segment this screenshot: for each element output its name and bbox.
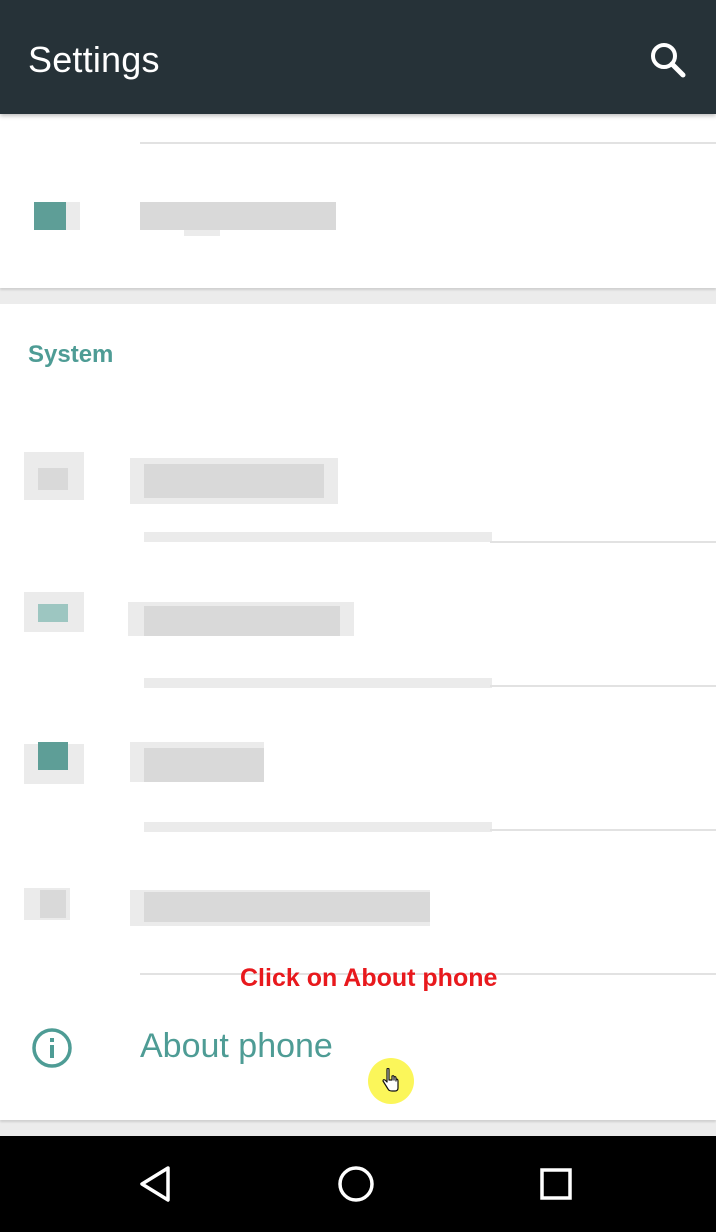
redacted-label-part xyxy=(184,230,220,236)
redacted-icon-part xyxy=(38,742,68,770)
redacted-label xyxy=(140,202,336,230)
system-navigation-bar xyxy=(0,1136,716,1232)
divider xyxy=(490,829,716,831)
app-bar: Settings xyxy=(0,0,716,114)
settings-row-redacted[interactable] xyxy=(0,424,716,542)
redacted-fragment xyxy=(144,822,492,832)
divider xyxy=(490,541,716,543)
redacted-fragment xyxy=(144,678,492,688)
home-circle-icon xyxy=(338,1166,374,1202)
redacted-icon-part xyxy=(38,604,68,622)
click-indicator xyxy=(368,1058,414,1104)
settings-card-top xyxy=(0,114,716,288)
hand-pointer-icon xyxy=(382,1068,399,1092)
tutorial-annotation: Click on About phone xyxy=(240,964,498,992)
about-phone-row[interactable]: About phone xyxy=(0,1000,716,1100)
system-card: System About phone xyxy=(0,304,716,1120)
redacted-label xyxy=(144,892,430,922)
back-button[interactable] xyxy=(126,1154,186,1214)
redacted-fragment xyxy=(144,532,492,542)
settings-row-redacted[interactable] xyxy=(0,714,716,832)
redacted-icon xyxy=(34,202,66,230)
redacted-icon-part xyxy=(40,890,66,918)
redacted-icon-part xyxy=(66,202,80,230)
divider xyxy=(490,685,716,687)
redacted-label xyxy=(144,606,340,636)
info-icon xyxy=(32,1028,72,1068)
redacted-label xyxy=(144,748,264,782)
divider xyxy=(140,142,716,144)
back-triangle-icon xyxy=(140,1166,170,1202)
settings-row-redacted[interactable] xyxy=(0,174,716,258)
recents-square-icon xyxy=(540,1168,572,1200)
about-phone-label: About phone xyxy=(140,1027,333,1065)
redacted-icon-part xyxy=(38,468,68,490)
recents-button[interactable] xyxy=(526,1154,586,1214)
search-button[interactable] xyxy=(640,32,696,88)
search-icon xyxy=(651,43,686,78)
redacted-label xyxy=(144,464,324,498)
page-title: Settings xyxy=(28,39,160,80)
section-header-system: System xyxy=(28,341,114,368)
home-button[interactable] xyxy=(326,1154,386,1214)
settings-row-redacted[interactable] xyxy=(0,566,716,684)
settings-row-redacted[interactable] xyxy=(0,860,716,970)
